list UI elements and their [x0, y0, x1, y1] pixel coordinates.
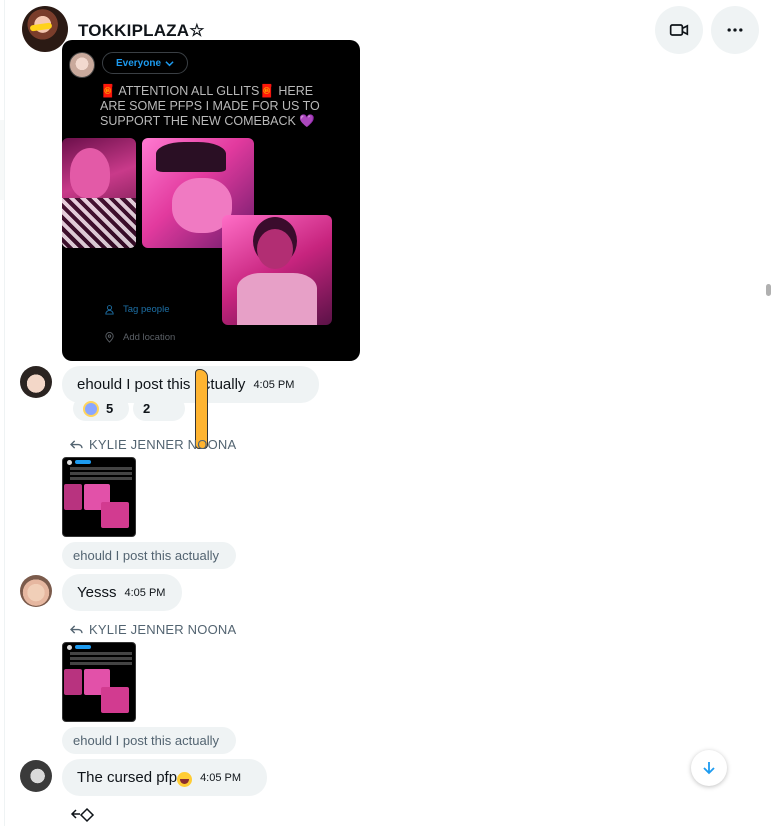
reply-arrow-icon: [70, 440, 83, 449]
message-timestamp: 4:05 PM: [124, 586, 166, 599]
reply-arrow-icon: [70, 625, 83, 634]
quoted-image-thumbnail[interactable]: [62, 457, 136, 537]
message-bubble[interactable]: The cursed pfp 4:05 PM: [62, 759, 267, 796]
scrollbar-thumb[interactable]: [766, 284, 771, 296]
photo-thumbnail: [62, 138, 136, 248]
message-text: Yesss: [77, 584, 117, 601]
more-options-button[interactable]: [711, 6, 759, 54]
quoted-image-thumbnail[interactable]: [62, 642, 136, 722]
laughing-emoji-icon: [177, 772, 193, 787]
conversation-title[interactable]: TOKKIPLAZA☆: [78, 21, 205, 41]
message-text: ehould I post this actually: [77, 376, 246, 393]
avatar[interactable]: [20, 575, 52, 607]
arrow-down-icon: [703, 762, 715, 775]
reply-header: KYLIE JENNER NOONA: [70, 622, 236, 637]
message-timestamp: 4:05 PM: [200, 771, 242, 784]
chevron-down-icon: [165, 60, 174, 66]
left-divider: [4, 0, 5, 826]
left-panel-edge: [0, 120, 4, 200]
reply-to-name: KYLIE JENNER NOONA: [89, 622, 237, 637]
avatar[interactable]: [22, 6, 68, 52]
add-location-label: Add location: [123, 332, 176, 343]
audience-selector: Everyone: [102, 52, 188, 74]
location-pin-icon: [105, 332, 114, 343]
shared-image[interactable]: Everyone 🧧 ATTENTION ALL GLLITS🧧 HERE AR…: [62, 40, 360, 361]
message-text: The cursed pfp: [77, 769, 178, 786]
tag-people-label: Tag people: [123, 304, 170, 315]
person-icon: [105, 305, 114, 315]
video-call-button[interactable]: [655, 6, 703, 54]
add-location-row: Add location: [104, 332, 175, 343]
reaction-count: 2: [143, 401, 151, 416]
scream-emoji-icon: [83, 400, 99, 417]
avatar[interactable]: [20, 760, 52, 792]
reaction-chip[interactable]: 5: [73, 396, 129, 421]
reaction-chip[interactable]: 2: [133, 368, 208, 449]
photo-thumbnail: [222, 215, 332, 325]
reply-header: KYLIE JENNER NOONA: [70, 437, 236, 452]
avatar: [69, 52, 95, 78]
add-reaction-reply-icon[interactable]: [70, 806, 96, 824]
message-bubble[interactable]: Yesss 4:05 PM: [62, 574, 182, 611]
image-caption: 🧧 ATTENTION ALL GLLITS🧧 HERE ARE SOME PF…: [100, 84, 320, 128]
audience-label: Everyone: [115, 57, 162, 69]
reply-to-name: KYLIE JENNER NOONA: [89, 437, 237, 452]
video-camera-icon: [669, 24, 689, 36]
avatar[interactable]: [20, 366, 52, 398]
reaction-count: 5: [106, 401, 114, 416]
message-timestamp: 4:05 PM: [253, 378, 295, 391]
scroll-to-bottom-button[interactable]: [691, 750, 727, 786]
quoted-message[interactable]: ehould I post this actually: [62, 727, 236, 754]
tag-people-row: Tag people: [104, 304, 169, 315]
more-horizontal-icon: [727, 28, 743, 32]
quoted-message[interactable]: ehould I post this actually: [62, 542, 236, 569]
